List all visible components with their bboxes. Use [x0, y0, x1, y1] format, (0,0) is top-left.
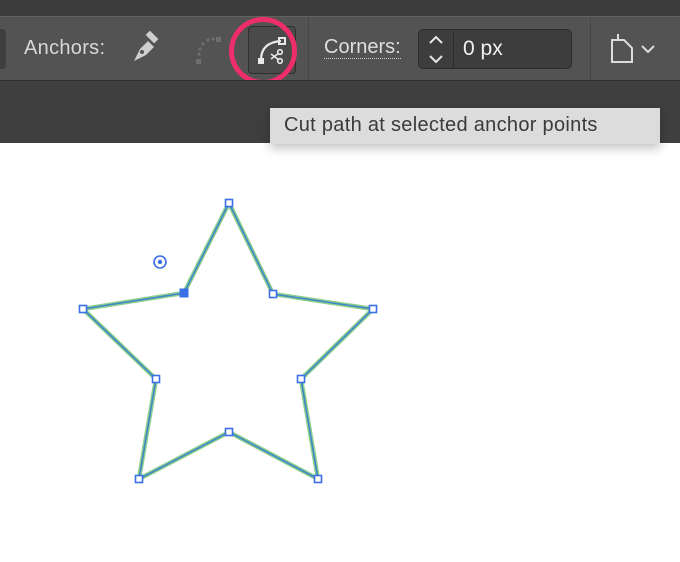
chevron-down-icon [429, 54, 443, 63]
corners-label[interactable]: Corners: [324, 37, 401, 59]
anchor-point[interactable] [78, 304, 88, 314]
step-down-button[interactable] [419, 49, 453, 68]
star-path-drawing [78, 197, 378, 484]
document-corner-icon [611, 34, 633, 63]
cut-path-button[interactable] [248, 26, 296, 74]
chevron-up-icon [429, 35, 443, 44]
artboard-canvas[interactable] [0, 142, 680, 562]
anchor-point[interactable] [134, 474, 144, 484]
anchors-label: Anchors: [24, 37, 106, 59]
corners-field [418, 29, 572, 69]
toolbar-divider [590, 17, 591, 81]
cut-path-icon [258, 37, 286, 65]
corners-stepper [419, 30, 454, 68]
toolbar-edge-control[interactable] [0, 29, 6, 69]
anchor-point[interactable] [368, 304, 378, 314]
anchor-point[interactable] [151, 374, 161, 384]
options-toolbar: Anchors: Corners: 0 px [0, 16, 680, 85]
window-title-strip [0, 0, 680, 17]
pen-icon [134, 31, 159, 61]
star-path[interactable] [78, 197, 378, 484]
shape-center-point [153, 255, 167, 269]
anchor-point[interactable] [268, 289, 278, 299]
pen-tool-button[interactable] [122, 27, 166, 71]
selected-anchor-point[interactable] [179, 288, 189, 298]
smooth-anchor-icon [196, 37, 221, 64]
toolbar-divider [308, 17, 309, 81]
anchor-point[interactable] [224, 427, 234, 437]
anchor-point[interactable] [224, 198, 234, 208]
smooth-anchor-button[interactable] [186, 27, 230, 71]
tooltip: Cut path at selected anchor points [270, 108, 660, 144]
anchor-point[interactable] [313, 474, 323, 484]
anchor-point[interactable] [296, 374, 306, 384]
shape-options-button[interactable] [606, 31, 666, 67]
chevron-down-icon [641, 45, 655, 54]
step-up-button[interactable] [419, 30, 453, 49]
corners-input[interactable] [463, 37, 563, 61]
